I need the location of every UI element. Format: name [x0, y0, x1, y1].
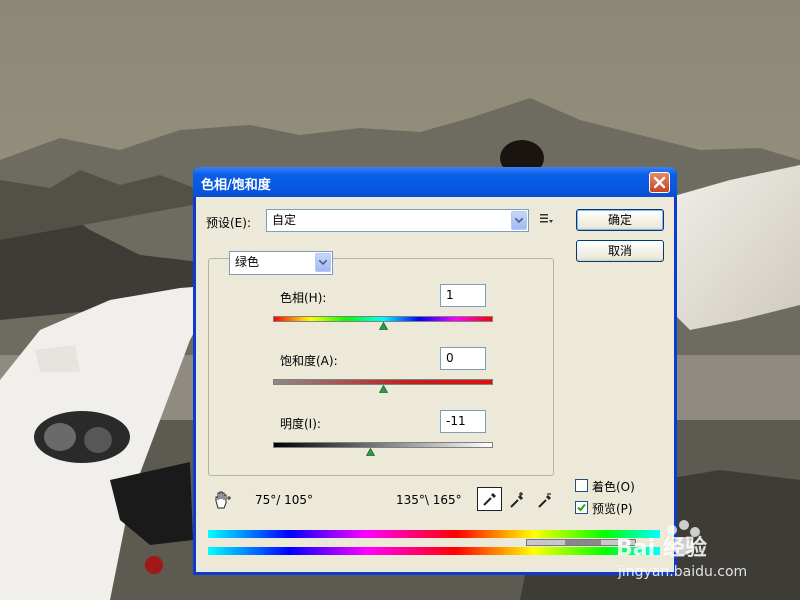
lightness-slider-track[interactable] — [273, 442, 493, 448]
hue-input[interactable]: 1 — [440, 284, 486, 307]
range-selector-center[interactable] — [565, 540, 601, 545]
title-bar[interactable]: 色相/饱和度 — [193, 167, 677, 197]
saturation-input[interactable]: 0 — [440, 347, 486, 370]
cancel-button[interactable]: 取消 — [576, 240, 664, 262]
range-right-degrees: 135°\ 165° — [396, 493, 462, 507]
preset-select[interactable]: 自定 — [266, 209, 529, 232]
ok-button[interactable]: 确定 — [576, 209, 664, 231]
colorize-checkbox[interactable] — [575, 479, 588, 492]
hue-saturation-dialog: 色相/饱和度 预设(E): 自定 确定 取消 绿色 色相(H): 1 饱和度(A… — [193, 167, 677, 575]
input-color-bar — [208, 530, 660, 538]
hue-label: 色相(H): — [280, 291, 327, 305]
saturation-slider-thumb[interactable] — [378, 385, 388, 393]
eyedropper-button[interactable] — [477, 487, 502, 511]
channel-value: 绿色 — [235, 255, 260, 269]
lightness-slider-thumb[interactable] — [366, 448, 376, 456]
saturation-label: 饱和度(A): — [280, 354, 338, 368]
lightness-label: 明度(I): — [280, 417, 321, 431]
watermark: Bai 经验 jingyan.baidu.com — [616, 520, 796, 590]
dialog-title: 色相/饱和度 — [201, 178, 271, 193]
watermark-brand: Bai 经验 — [616, 536, 707, 561]
range-left-degrees: 75°/ 105° — [255, 493, 314, 507]
dialog-body: 预设(E): 自定 确定 取消 绿色 色相(H): 1 饱和度(A): 0 明度… — [196, 197, 674, 572]
hand-adjust-icon[interactable] — [212, 490, 232, 510]
output-color-bar — [208, 547, 660, 555]
preset-options-icon[interactable] — [540, 213, 554, 225]
eyedropper-plus-icon[interactable] — [509, 491, 527, 509]
chevron-down-icon — [315, 253, 331, 272]
close-icon — [653, 176, 666, 189]
preview-label: 预览(P) — [592, 502, 633, 516]
lightness-input[interactable]: -11 — [440, 410, 486, 433]
colorize-label: 着色(O) — [592, 480, 635, 494]
preset-value: 自定 — [272, 213, 297, 227]
saturation-value: 0 — [446, 351, 454, 365]
eyedropper-icon — [483, 493, 496, 506]
checkmark-icon — [577, 503, 586, 512]
hue-value: 1 — [446, 288, 454, 302]
lightness-value: -11 — [446, 414, 466, 428]
hue-slider-thumb[interactable] — [378, 322, 388, 330]
chevron-down-icon — [511, 211, 527, 230]
ok-button-label: 确定 — [607, 213, 632, 227]
preset-label: 预设(E): — [206, 216, 251, 230]
cancel-button-label: 取消 — [607, 244, 632, 258]
watermark-url: jingyan.baidu.com — [618, 564, 748, 580]
eyedropper-minus-icon[interactable] — [537, 491, 555, 509]
close-button[interactable] — [649, 172, 670, 193]
channel-select[interactable]: 绿色 — [229, 251, 333, 275]
preview-checkbox[interactable] — [575, 501, 588, 514]
